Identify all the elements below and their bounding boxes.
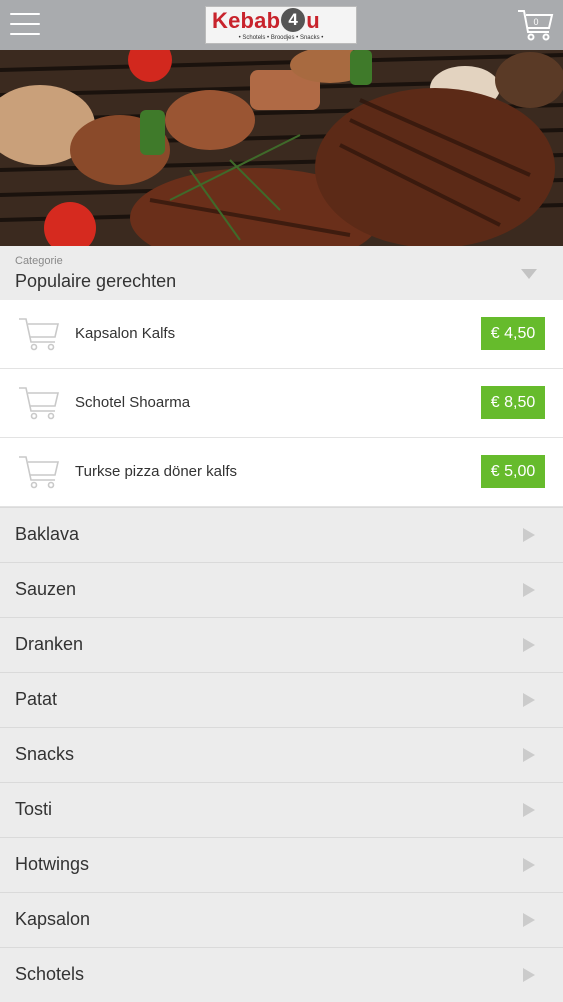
category-item-schotels[interactable]: Schotels — [0, 947, 563, 1002]
category-item-snacks[interactable]: Snacks — [0, 727, 563, 782]
category-item-label: Dranken — [15, 634, 84, 654]
product-row[interactable]: Kapsalon Kalfs € 4,50 — [0, 300, 563, 369]
category-selected-value: Populaire gerechten — [15, 271, 177, 291]
category-item-sauzen[interactable]: Sauzen — [0, 562, 563, 617]
chevron-right-icon — [523, 638, 535, 652]
product-row[interactable]: Schotel Shoarma € 8,50 — [0, 369, 563, 438]
shopping-cart-icon[interactable]: 0 — [517, 8, 555, 42]
category-label: Categorie — [15, 255, 63, 267]
hero-food-image — [0, 50, 563, 246]
category-item-label: Schotels — [15, 964, 85, 984]
category-item-label: Snacks — [15, 744, 75, 764]
price-button[interactable]: € 8,50 — [481, 386, 545, 419]
cart-add-icon — [18, 315, 60, 351]
product-name: Turkse pizza döner kalfs — [75, 463, 238, 480]
hamburger-menu-icon[interactable] — [10, 13, 40, 37]
category-item-label: Tosti — [15, 799, 53, 819]
chevron-right-icon — [523, 748, 535, 762]
category-item-patat[interactable]: Patat — [0, 672, 563, 727]
chevron-right-icon — [523, 858, 535, 872]
category-item-baklava[interactable]: Baklava — [0, 507, 563, 562]
category-dropdown[interactable]: Categorie Populaire gerechten — [0, 246, 563, 300]
cart-count-badge: 0 — [533, 17, 539, 27]
product-row[interactable]: Turkse pizza döner kalfs € 5,00 — [0, 438, 563, 507]
category-item-kapsalon[interactable]: Kapsalon — [0, 892, 563, 947]
cart-add-icon — [18, 453, 60, 489]
category-item-label: Sauzen — [15, 579, 77, 599]
category-item-label: Patat — [15, 689, 58, 709]
chevron-right-icon — [523, 528, 535, 542]
cart-add-icon — [18, 384, 60, 420]
product-name: Schotel Shoarma — [75, 394, 191, 411]
chevron-right-icon — [523, 693, 535, 707]
logo-tagline: • Schotels • Broodjes • Snacks • — [238, 35, 324, 41]
top-bar: Kebab 4 u • Schotels • Broodjes • Snacks •… — [0, 0, 563, 50]
chevron-right-icon — [523, 913, 535, 927]
category-item-tosti[interactable]: Tosti — [0, 782, 563, 837]
category-item-dranken[interactable]: Dranken — [0, 617, 563, 672]
brand-logo[interactable]: Kebab 4 u • Schotels • Broodjes • Snacks • — [205, 6, 357, 44]
price-button[interactable]: € 4,50 — [481, 317, 545, 350]
price-button[interactable]: € 5,00 — [481, 455, 545, 488]
chevron-right-icon — [523, 803, 535, 817]
product-name: Kapsalon Kalfs — [75, 325, 176, 342]
category-item-label: Baklava — [15, 524, 80, 544]
category-item-label: Hotwings — [15, 854, 90, 874]
category-item-hotwings[interactable]: Hotwings — [0, 837, 563, 892]
chevron-down-icon — [521, 269, 537, 279]
chevron-right-icon — [523, 968, 535, 982]
category-item-label: Kapsalon — [15, 909, 91, 929]
chevron-right-icon — [523, 583, 535, 597]
logo-wordmark: Kebab 4 u — [212, 8, 320, 33]
